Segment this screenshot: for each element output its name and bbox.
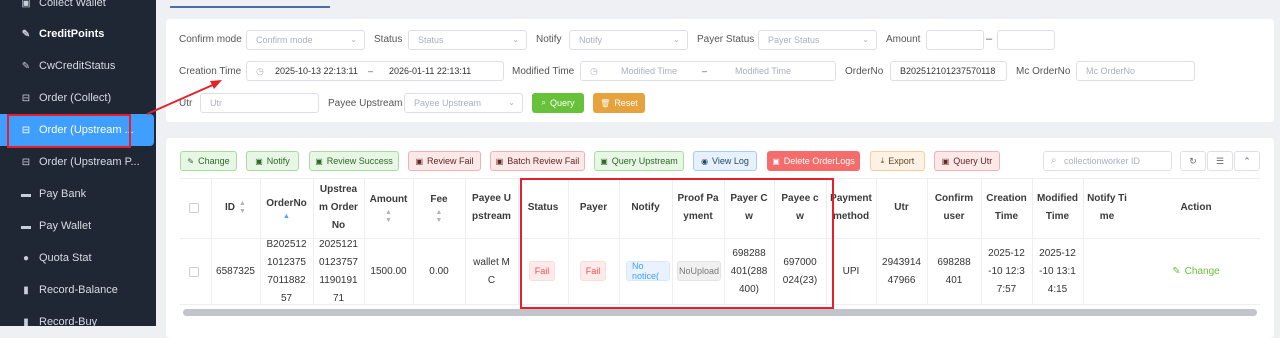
annotation-arrow-head: [210, 80, 222, 89]
sort-icon: ▲ ▼: [239, 200, 246, 215]
cell-upstream-order-no: 2025121 0123757 1190191 71: [319, 239, 358, 304]
header-confirm-user: Confirm user: [934, 193, 974, 222]
refresh-button[interactable]: ↻: [1180, 151, 1206, 171]
edit-icon: ✎: [187, 156, 195, 166]
search-icon: ▣: [600, 156, 608, 166]
refresh-icon: ↻: [1189, 155, 1197, 166]
header-orderno[interactable]: OrderNo ▲: [260, 178, 313, 238]
change-button[interactable]: ✎ Change: [180, 151, 237, 171]
cell-id: 6587325: [216, 266, 255, 277]
notify-button[interactable]: ▣ Notify: [246, 151, 299, 171]
collapse-button[interactable]: ⌃: [1234, 151, 1260, 171]
eye-icon: ◉: [701, 156, 709, 166]
header-payer: Payer: [579, 202, 608, 213]
header-creation-time: Creation Time: [986, 193, 1027, 222]
cell-payment-method: UPI: [842, 266, 860, 277]
notify-badge: No notice(: [626, 261, 670, 281]
header-payee-upstream: Payee Upstream: [472, 193, 511, 222]
header-fee[interactable]: Fee ▲ ▼: [413, 178, 465, 238]
search-icon: ▣: [941, 156, 950, 166]
select-all-checkbox[interactable]: [189, 203, 199, 213]
list-icon: ▣: [495, 156, 504, 166]
header-upstream-order-no: Upstrea m Order No: [319, 184, 358, 231]
review-success-button[interactable]: ▣ Review Success: [309, 151, 399, 171]
query-upstream-button[interactable]: ▣ Query Upstream: [594, 151, 684, 171]
header-notify-time: Notify Ti me: [1087, 193, 1127, 222]
search-icon: ⌕: [1051, 155, 1057, 166]
proof-payment-badge: NoUpload: [677, 261, 721, 281]
columns-icon: ☰: [1215, 155, 1225, 166]
close-icon: ▣: [415, 156, 424, 166]
status-badge: Fail: [529, 261, 555, 281]
cell-orderno: B202512 1012375 7011882 57: [266, 239, 307, 304]
sort-icon: ▲: [283, 213, 290, 220]
view-log-button[interactable]: ◉ View Log: [693, 151, 757, 171]
header-proof-payment: Proof Pa yment: [677, 193, 719, 222]
cell-payee-cw: 697000 024(23): [782, 257, 818, 286]
sort-icon: ▲ ▼: [385, 209, 392, 224]
horizontal-scrollbar[interactable]: [183, 309, 1257, 316]
annotation-arrow-line: [146, 83, 216, 115]
row-checkbox[interactable]: [189, 267, 199, 277]
cell-creation-time: 2025-12 -10 12:3 7:57: [988, 248, 1025, 295]
header-modified-time: Modified Time: [1036, 193, 1079, 222]
trash-icon: ▣: [772, 156, 780, 166]
header-amount[interactable]: Amount ▲ ▼: [364, 178, 413, 238]
edit-icon: ✎: [1172, 266, 1181, 277]
cell-confirm-user: 698288 401: [937, 257, 971, 286]
header-id[interactable]: ID ▲ ▼: [211, 178, 260, 238]
row-change-link[interactable]: ✎ Change: [1131, 240, 1261, 304]
bell-icon: ▣: [255, 156, 263, 166]
chevron-up-icon: ⌃: [1243, 155, 1251, 166]
review-fail-button[interactable]: ▣ Review Fail: [408, 151, 481, 171]
header-notify: Notify: [631, 202, 660, 213]
cell-modified-time: 2025-12 -10 13:1 4:15: [1039, 248, 1076, 295]
batch-review-fail-button[interactable]: ▣ Batch Review Fail: [490, 151, 585, 171]
sort-icon: ▲ ▼: [435, 209, 443, 224]
export-button[interactable]: ⤓ Export: [870, 151, 925, 171]
cell-notify-time: [1083, 240, 1131, 304]
payer-status-badge: Fail: [580, 261, 606, 281]
header-action: Action: [1180, 202, 1212, 213]
cell-fee: 0.00: [429, 266, 449, 277]
header-status: Status: [527, 202, 559, 213]
cell-amount: 1500.00: [370, 266, 407, 277]
cell-payer-cw: 698288 401(288 400): [730, 248, 768, 295]
header-payer-cw: Payer Cw: [730, 193, 768, 222]
download-icon: ⤓: [880, 156, 885, 165]
collectionworker-search-input[interactable]: ⌕ collectionworker ID: [1043, 151, 1172, 171]
header-utr: Utr: [894, 202, 909, 213]
cell-payee-upstream: wallet MC: [473, 257, 510, 286]
delete-orderlogs-button[interactable]: ▣ Delete OrderLogs: [767, 151, 860, 171]
cell-utr: 2943914 47966: [882, 257, 921, 286]
header-payee-cw: Payee cw: [781, 193, 819, 222]
check-icon: ▣: [315, 156, 323, 166]
query-utr-button[interactable]: ▣ Query Utr: [934, 151, 1000, 171]
header-payment-method: Payment method: [830, 193, 872, 222]
columns-button[interactable]: ☰: [1207, 151, 1233, 171]
